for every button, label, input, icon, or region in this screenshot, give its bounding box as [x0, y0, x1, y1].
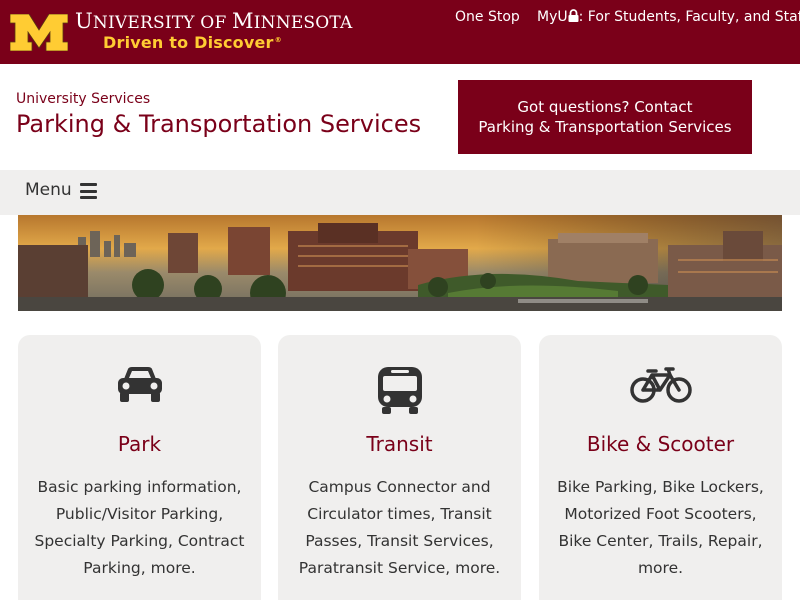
contact-button[interactable]: Got questions? Contact Parking & Transpor… [458, 80, 752, 154]
bicycle-icon [629, 367, 692, 403]
card-title[interactable]: Transit [278, 432, 521, 456]
bus-icon [377, 367, 422, 414]
card-description: Campus Connector and Circulator times, Tr… [298, 478, 501, 577]
bike-scooter-card[interactable]: Bike & Scooter Bike Parking, Bike Locker… [539, 335, 782, 600]
campus-banner-image [18, 215, 782, 311]
hamburger-icon[interactable] [80, 183, 97, 199]
menu-button[interactable]: Menu [25, 180, 72, 200]
transit-card[interactable]: Transit Campus Connector and Circulator t… [278, 335, 521, 600]
site-header: University Services Parking & Transporta… [0, 64, 800, 170]
card-description: Bike Parking, Bike Lockers, Motorized Foo… [557, 478, 764, 577]
card-title[interactable]: Bike & Scooter [539, 432, 782, 456]
block-m-logo-icon [10, 14, 68, 51]
university-services-link[interactable]: University Services [16, 91, 150, 107]
campus-skyline-image [18, 215, 782, 311]
park-card[interactable]: Park Basic parking information, Public/Vi… [18, 335, 261, 600]
site-title[interactable]: Parking & Transportation Services [16, 110, 421, 138]
one-stop-link[interactable]: One Stop [455, 9, 520, 25]
card-title[interactable]: Park [18, 432, 261, 456]
myu-link[interactable]: MyU: For Students, Faculty, and Staff [537, 9, 800, 25]
card-description: Basic parking information, Public/Visitor… [34, 478, 245, 577]
global-header: UNIVERSITY OF MINNESOTA Driven to Discov… [0, 0, 800, 64]
tagline: Driven to Discover® [103, 33, 282, 52]
menu-bar: Menu [0, 170, 800, 215]
lock-icon [568, 9, 579, 22]
car-icon [117, 367, 162, 402]
university-wordmark: UNIVERSITY OF MINNESOTA [75, 9, 353, 33]
